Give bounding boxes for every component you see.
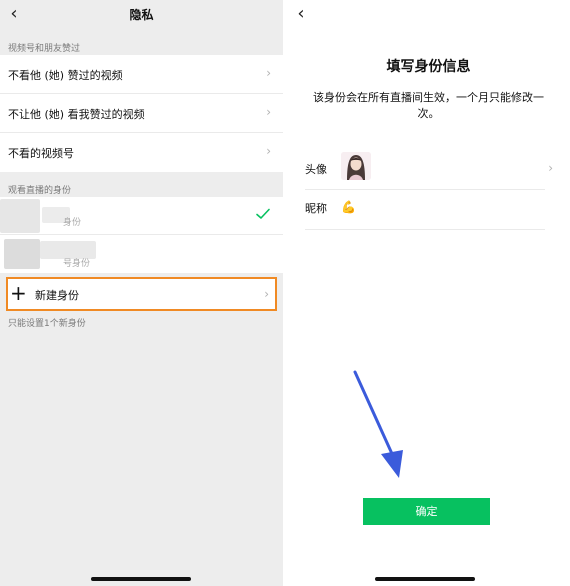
identity-label: 号身份 xyxy=(63,259,91,269)
identity-item-selected[interactable]: 身份 xyxy=(0,197,283,235)
privacy-header: ‹ 隐私 xyxy=(0,0,283,32)
nickname-label: 昵称 xyxy=(305,202,327,215)
chevron-right-icon: › xyxy=(266,66,271,80)
nickname-row[interactable]: 昵称 💪 xyxy=(305,190,545,230)
item-label: 不看他 (她) 赞过的视频 xyxy=(8,69,123,82)
new-identity-item[interactable]: + 新建身份 › xyxy=(6,277,277,311)
privacy-screen: ‹ 隐私 视频号和朋友赞过 不看他 (她) 赞过的视频 › 不让他 (她) 看我… xyxy=(0,0,283,586)
identity-item[interactable]: 号身份 xyxy=(0,235,283,273)
avatar-image-icon xyxy=(341,152,371,180)
chevron-right-icon: › xyxy=(548,161,553,175)
page-title: 隐私 xyxy=(129,8,154,22)
item-label: 不让他 (她) 看我赞过的视频 xyxy=(8,108,145,121)
identity-list: 身份 号身份 xyxy=(0,197,283,273)
likes-settings-group: 不看他 (她) 赞过的视频 › 不让他 (她) 看我赞过的视频 › 不看的视频号… xyxy=(0,55,283,172)
annotation-arrow-icon xyxy=(353,370,403,478)
plus-icon: + xyxy=(10,281,27,305)
chevron-right-icon: › xyxy=(266,105,271,119)
nickname-value[interactable]: 💪 xyxy=(341,200,356,214)
confirm-button[interactable]: 确定 xyxy=(363,498,490,525)
home-indicator xyxy=(375,577,475,581)
section-label-likes: 视频号和朋友赞过 xyxy=(8,44,81,54)
item-label: 不看的视频号 xyxy=(8,147,74,160)
hide-my-liked-videos-item[interactable]: 不让他 (她) 看我赞过的视频 › xyxy=(0,94,283,133)
new-identity-label: 新建身份 xyxy=(35,289,79,302)
section-label-live-identity: 观看直播的身份 xyxy=(8,186,72,196)
identity-label: 身份 xyxy=(63,218,82,228)
blurred-avatar xyxy=(0,199,40,233)
blurred-avatar xyxy=(4,239,40,269)
avatar[interactable] xyxy=(341,152,371,180)
check-icon xyxy=(256,208,270,219)
chevron-right-icon: › xyxy=(266,144,271,158)
form-title: 填写身份信息 xyxy=(386,59,471,75)
form-description: 该身份会在所有直播间生效，一个月只能修改一次。 xyxy=(313,91,544,120)
home-indicator xyxy=(91,577,191,581)
identity-limit-note: 只能设置1个新身份 xyxy=(8,319,86,329)
identity-form-screen: ‹ 填写身份信息 该身份会在所有直播间生效，一个月只能修改一次。 头像 › 昵称… xyxy=(287,0,570,586)
back-icon[interactable]: ‹ xyxy=(291,4,311,24)
blocked-channels-item[interactable]: 不看的视频号 › xyxy=(0,133,283,172)
hide-their-liked-videos-item[interactable]: 不看他 (她) 赞过的视频 › xyxy=(0,55,283,94)
avatar-row[interactable]: 头像 › xyxy=(305,150,553,190)
avatar-label: 头像 xyxy=(305,163,327,176)
chevron-right-icon: › xyxy=(264,287,269,301)
